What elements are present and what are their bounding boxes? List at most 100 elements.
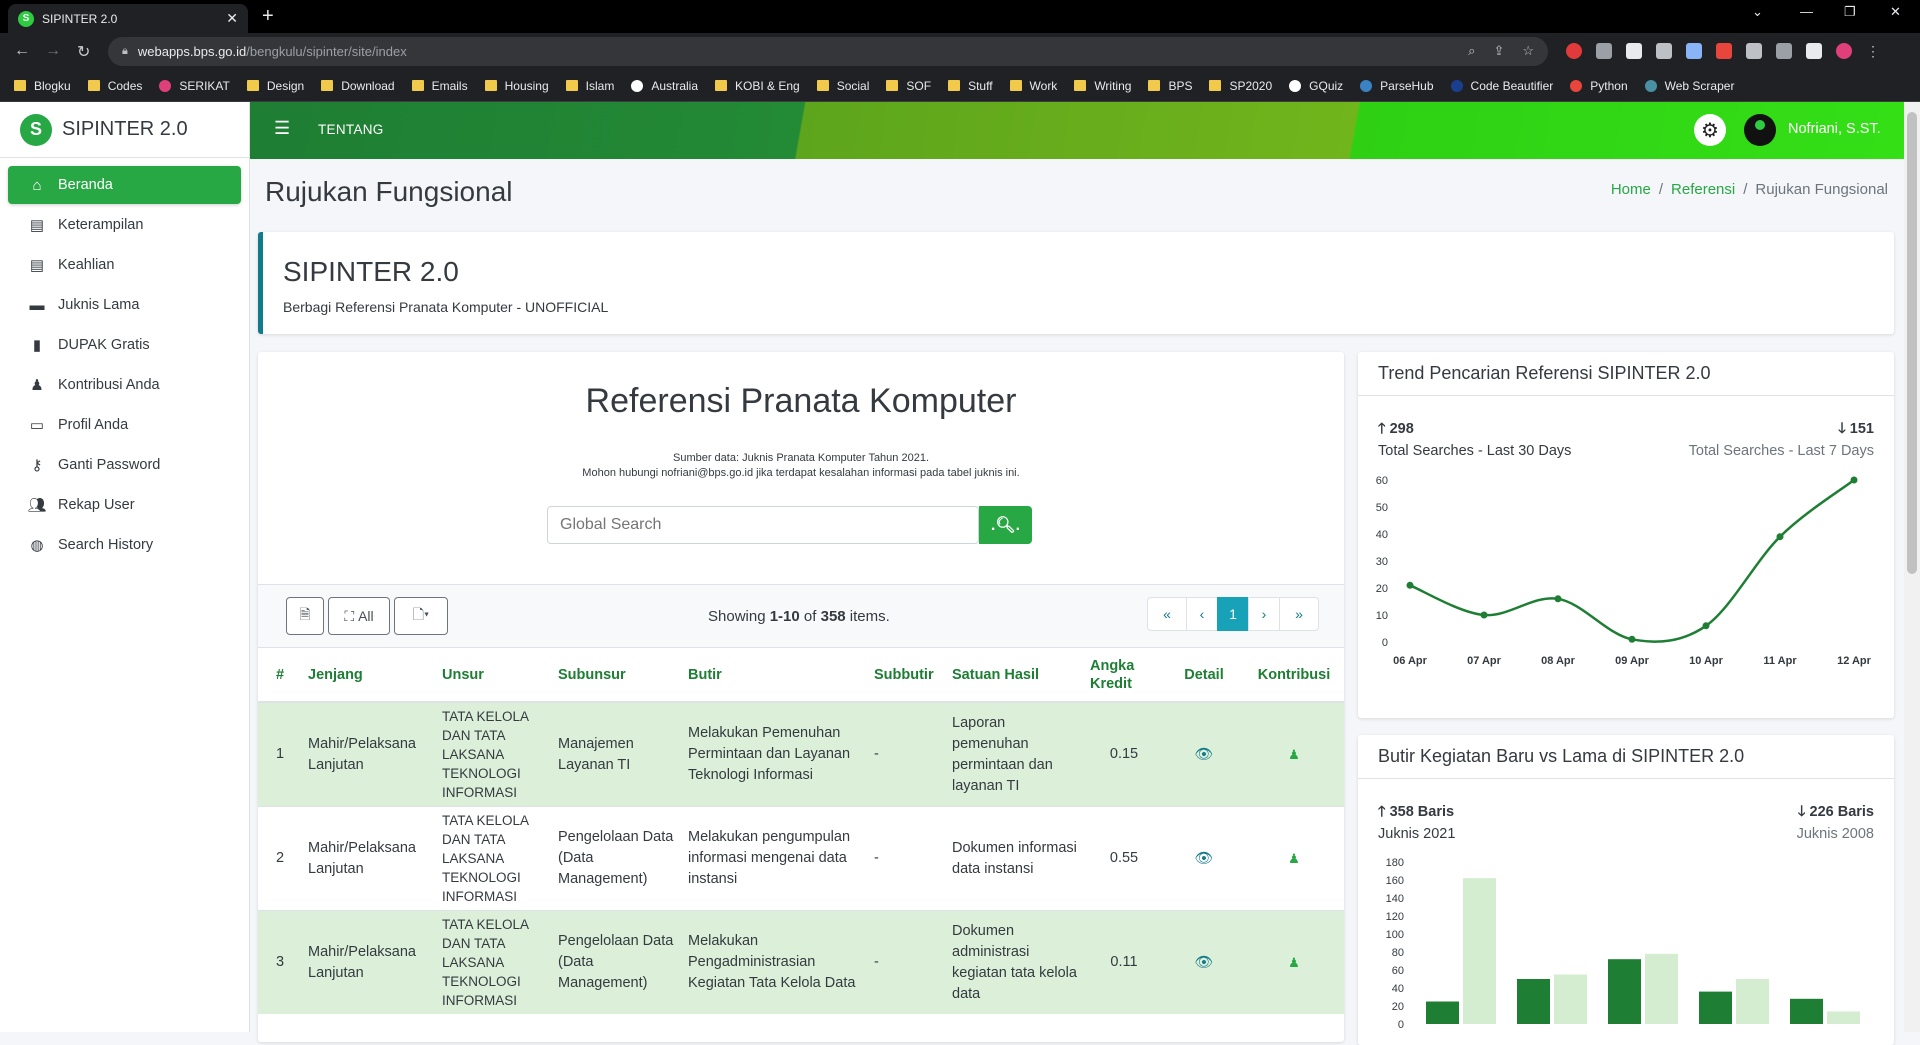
page-button-current[interactable]: 1 xyxy=(1217,597,1249,631)
forward-icon[interactable]: → xyxy=(45,42,61,60)
bar[interactable] xyxy=(1736,979,1769,1024)
bookmark-item[interactable]: SP2020 xyxy=(1209,79,1272,93)
prev-page-button[interactable]: ‹ xyxy=(1186,597,1218,631)
bookmark-item[interactable]: Code Beautifier xyxy=(1450,79,1553,93)
minimize-icon[interactable]: — xyxy=(1800,4,1813,19)
bar[interactable] xyxy=(1699,991,1732,1024)
hamburger-menu-icon[interactable]: ☰ xyxy=(274,118,290,139)
browser-tab[interactable]: S SIPINTER 2.0 ✕ xyxy=(8,4,248,33)
show-all-button[interactable]: ⛶ All xyxy=(328,597,390,635)
sidebar-item-keterampilan[interactable]: ▤ Keterampilan xyxy=(8,206,241,244)
bookmark-item[interactable]: Australia xyxy=(631,79,698,93)
sidebar-item-beranda[interactable]: ⌂ Beranda xyxy=(8,166,241,204)
new-tab-icon[interactable]: + xyxy=(262,5,274,28)
sidebar-item-kontribusi-anda[interactable]: ♟ Kontribusi Anda xyxy=(8,366,241,404)
profile-avatar-icon[interactable] xyxy=(1836,43,1852,59)
brand-link[interactable]: S SIPINTER 2.0 xyxy=(0,102,249,158)
eye-icon[interactable]: 👁︎ xyxy=(1194,850,1213,867)
reload-icon[interactable]: ↻ xyxy=(77,42,90,62)
sidebar-item-profil-anda[interactable]: ▭ Profil Anda xyxy=(8,406,241,444)
extension-icon[interactable] xyxy=(1596,43,1612,59)
data-point[interactable] xyxy=(1628,635,1636,643)
bar[interactable] xyxy=(1554,974,1587,1025)
first-page-button[interactable]: « xyxy=(1147,597,1187,631)
next-page-button[interactable]: › xyxy=(1248,597,1280,631)
nav-link-tentang[interactable]: TENTANG xyxy=(318,122,384,137)
column-header[interactable]: # xyxy=(258,648,302,703)
extension-icon[interactable] xyxy=(1566,43,1582,59)
back-icon[interactable]: ← xyxy=(14,42,30,60)
extension-icon[interactable] xyxy=(1656,43,1672,59)
extension-icon[interactable] xyxy=(1716,43,1732,59)
column-header[interactable]: Satuan Hasil xyxy=(946,648,1084,703)
bar[interactable] xyxy=(1463,878,1496,1024)
bookmark-item[interactable]: GQuiz xyxy=(1289,79,1343,93)
global-search-input[interactable] xyxy=(547,506,979,544)
sidebar-item-ganti-password[interactable]: ⚷ Ganti Password xyxy=(8,446,241,484)
bookmark-item[interactable]: Emails xyxy=(411,79,468,93)
bar[interactable] xyxy=(1517,979,1550,1024)
bookmark-item[interactable]: Download xyxy=(321,79,395,93)
extension-icon[interactable] xyxy=(1626,43,1642,59)
sidebar-item-juknis-lama[interactable]: ▬ Juknis Lama xyxy=(8,286,241,324)
breadcrumb-referensi[interactable]: Referensi xyxy=(1671,181,1735,198)
bar[interactable] xyxy=(1827,1011,1860,1024)
column-header[interactable]: Jenjang xyxy=(302,648,436,703)
close-tab-icon[interactable]: ✕ xyxy=(226,10,238,27)
scrollbar-thumb[interactable] xyxy=(1907,112,1917,574)
breadcrumb-home[interactable]: Home xyxy=(1611,181,1651,198)
data-point[interactable] xyxy=(1480,611,1488,619)
window-close-icon[interactable]: ✕ xyxy=(1890,4,1901,20)
share-icon[interactable]: ⇪ xyxy=(1493,43,1504,59)
search-button[interactable]: .🔍︎. xyxy=(979,506,1032,544)
user-secret-icon[interactable]: ♟ xyxy=(1288,851,1300,866)
data-point[interactable] xyxy=(1776,533,1784,541)
bookmark-star-icon[interactable]: ☆ xyxy=(1522,43,1534,59)
bookmark-item[interactable]: SOF xyxy=(886,79,931,93)
side-panel-icon[interactable] xyxy=(1806,43,1822,59)
page-scrollbar[interactable] xyxy=(1904,102,1920,1032)
reading-list-icon[interactable] xyxy=(1776,43,1792,59)
eye-icon[interactable]: 👁︎ xyxy=(1194,746,1213,763)
bookmark-item[interactable]: ParseHub xyxy=(1360,79,1434,93)
bookmark-item[interactable]: Work xyxy=(1009,79,1057,93)
menu-kebab-icon[interactable]: ⋮ xyxy=(1866,43,1880,59)
bar[interactable] xyxy=(1790,998,1823,1024)
bookmark-item[interactable]: Blogku xyxy=(14,79,71,93)
extension-icon[interactable] xyxy=(1686,43,1702,59)
column-header[interactable]: Subunsur xyxy=(552,648,682,703)
column-header[interactable]: Detail xyxy=(1164,648,1244,703)
data-point[interactable] xyxy=(1850,476,1858,484)
zoom-icon[interactable]: ⌕ xyxy=(1468,43,1475,59)
bookmark-item[interactable]: Housing xyxy=(484,79,549,93)
column-header[interactable]: Butir xyxy=(682,648,868,703)
bar[interactable] xyxy=(1645,953,1678,1024)
export-dropdown-button[interactable]: 🗋▾ xyxy=(394,597,448,635)
sidebar-item-dupak-gratis[interactable]: ▮ DUPAK Gratis xyxy=(8,326,241,364)
last-page-button[interactable]: » xyxy=(1279,597,1319,631)
sidebar-item-search-history[interactable]: ◍ Search History xyxy=(8,526,241,564)
bookmark-item[interactable]: SERIKAT xyxy=(159,79,230,93)
bar[interactable] xyxy=(1426,1001,1459,1025)
bookmark-item[interactable]: BPS xyxy=(1148,79,1192,93)
bookmark-item[interactable]: Islam xyxy=(565,79,614,93)
bookmark-item[interactable]: Stuff xyxy=(948,79,993,93)
sidebar-item-keahlian[interactable]: ▤ Keahlian xyxy=(8,246,241,284)
data-point[interactable] xyxy=(1406,581,1414,589)
bookmark-item[interactable]: Web Scraper xyxy=(1644,79,1734,93)
sidebar-item-rekap-user[interactable]: 👥︎ Rekap User xyxy=(8,486,241,524)
eye-icon[interactable]: 👁︎ xyxy=(1194,954,1213,971)
data-point[interactable] xyxy=(1702,622,1710,630)
user-secret-icon[interactable]: ♟ xyxy=(1288,747,1300,762)
bookmark-item[interactable]: Python xyxy=(1570,79,1628,93)
data-point[interactable] xyxy=(1554,595,1562,603)
column-header[interactable]: Subbutir xyxy=(868,648,946,703)
address-bar[interactable]: 🔒︎ webapps.bps.go.id/bengkulu/sipinter/s… xyxy=(108,37,1548,66)
bookmark-item[interactable]: KOBI & Eng xyxy=(715,79,800,93)
user-secret-icon[interactable]: ♟ xyxy=(1288,955,1300,970)
export-pdf-button[interactable]: 🗎 xyxy=(286,597,324,635)
column-header[interactable]: Angka Kredit xyxy=(1084,648,1164,703)
column-header[interactable]: Kontribusi xyxy=(1244,648,1344,703)
bookmark-item[interactable]: Codes xyxy=(87,79,142,93)
settings-icon[interactable]: ⚙ xyxy=(1694,114,1726,146)
